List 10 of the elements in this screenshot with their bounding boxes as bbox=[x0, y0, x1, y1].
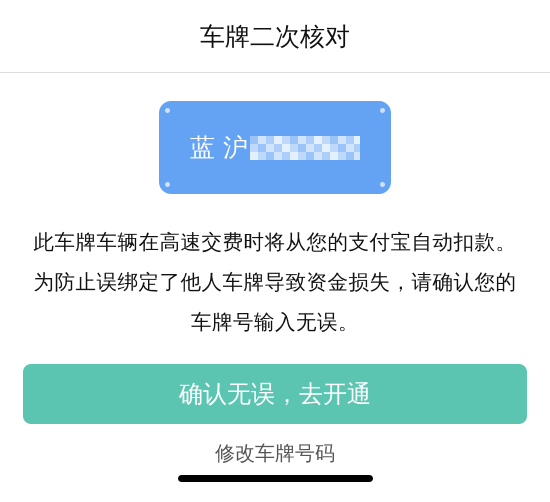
notice-text: 为防止误绑定了他人车牌导致资金损失，请确认您的 bbox=[34, 269, 516, 296]
rivet-icon bbox=[165, 182, 170, 187]
notice-text: 车牌号输入无误。 bbox=[191, 309, 359, 336]
page-title: 车牌二次核对 bbox=[200, 20, 350, 52]
rivet-icon bbox=[165, 108, 170, 113]
plate-number: 蓝 沪 bbox=[190, 132, 248, 164]
rivet-icon bbox=[380, 108, 385, 113]
notice-text: 此车牌车辆在高速交费时将从您的支付宝自动扣款。 bbox=[34, 229, 516, 256]
rivet-icon bbox=[380, 182, 385, 187]
edit-plate-link[interactable]: 修改车牌号码 bbox=[215, 440, 335, 467]
